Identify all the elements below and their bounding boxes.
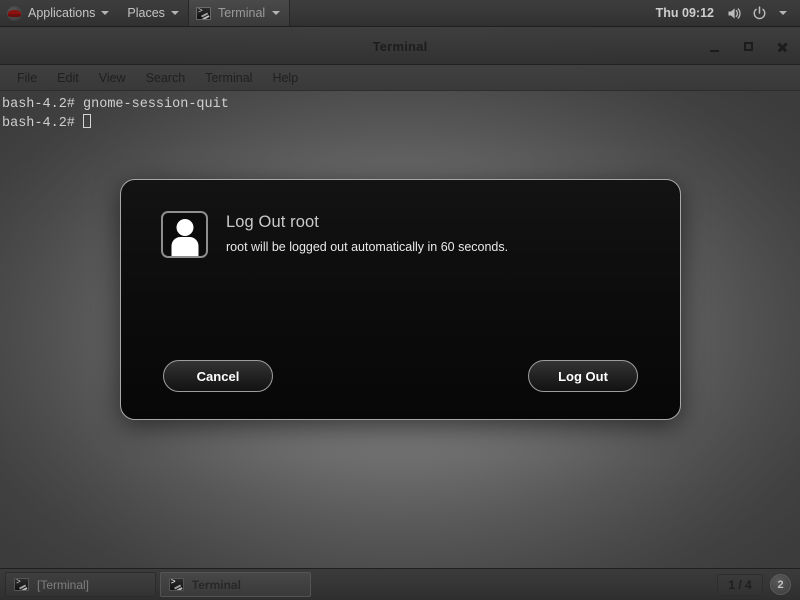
menu-search[interactable]: Search (137, 68, 195, 88)
window-menu-label: Terminal (217, 6, 266, 20)
terminal-icon (168, 578, 184, 591)
menu-view[interactable]: View (90, 68, 135, 88)
dialog-title: Log Out root (226, 213, 319, 231)
logout-button[interactable]: Log Out (528, 360, 638, 392)
volume-icon[interactable] (724, 0, 746, 26)
dialog-header: Log Out root root will be logged out aut… (121, 180, 680, 258)
power-icon[interactable] (748, 0, 770, 26)
places-menu[interactable]: Places (118, 0, 188, 26)
window-title-bar[interactable]: Terminal (0, 28, 800, 65)
terminal-icon (14, 578, 29, 591)
window-controls (706, 28, 790, 65)
terminal-icon (195, 6, 211, 20)
terminal-line: bash-4.2# gnome-session-quit (2, 97, 229, 112)
window-title: Terminal (372, 38, 428, 54)
menu-help[interactable]: Help (263, 68, 307, 88)
system-tray: Thu 09:12 (648, 0, 800, 26)
cancel-button[interactable]: Cancel (163, 360, 273, 392)
terminal-line: bash-4.2# (2, 114, 800, 133)
taskbar-item-label: [Terminal] (37, 577, 90, 592)
maximize-icon[interactable] (740, 39, 756, 55)
user-avatar-icon (161, 211, 208, 258)
applications-menu-label: Applications (28, 6, 96, 20)
menu-file[interactable]: File (8, 68, 46, 88)
menu-terminal[interactable]: Terminal (196, 68, 261, 88)
terminal-prompt: bash-4.2# (2, 116, 84, 131)
dialog-text-block: Log Out root root will be logged out aut… (226, 211, 508, 254)
dialog-message: root will be logged out automatically in… (226, 240, 509, 254)
menu-bar: File Edit View Search Terminal Help (0, 65, 800, 91)
places-menu-label: Places (127, 6, 165, 20)
chevron-down-icon (101, 11, 110, 15)
chevron-down-icon (170, 11, 179, 15)
workspace-count[interactable]: 1 / 4 (717, 573, 763, 596)
taskbar-item-label: Terminal (191, 577, 241, 592)
dialog-button-row: Cancel Log Out (121, 333, 680, 419)
applications-menu[interactable]: Applications (0, 0, 118, 26)
logout-dialog: Log Out root root will be logged out aut… (120, 179, 681, 420)
minimize-icon[interactable] (706, 39, 722, 55)
redhat-logo-icon (7, 5, 22, 21)
terminal-cursor (83, 114, 92, 128)
window-menu-terminal[interactable]: Terminal (187, 0, 291, 26)
close-icon[interactable] (774, 39, 790, 55)
clock[interactable]: Thu 09:12 (648, 6, 722, 20)
taskbar-item-terminal-active[interactable]: Terminal (159, 572, 311, 597)
chevron-down-icon (272, 11, 281, 15)
top-panel: Applications Places Terminal Thu 09:12 (0, 0, 800, 27)
menu-edit[interactable]: Edit (48, 68, 88, 88)
system-menu-chevron-down-icon[interactable] (772, 0, 794, 26)
bottom-panel: [Terminal] Terminal 1 / 4 2 (0, 568, 800, 600)
taskbar-item-terminal-minimized[interactable]: [Terminal] (5, 572, 156, 597)
workspace-next-button[interactable]: 2 (770, 574, 791, 595)
workspace-switcher: 1 / 4 2 (717, 573, 795, 596)
